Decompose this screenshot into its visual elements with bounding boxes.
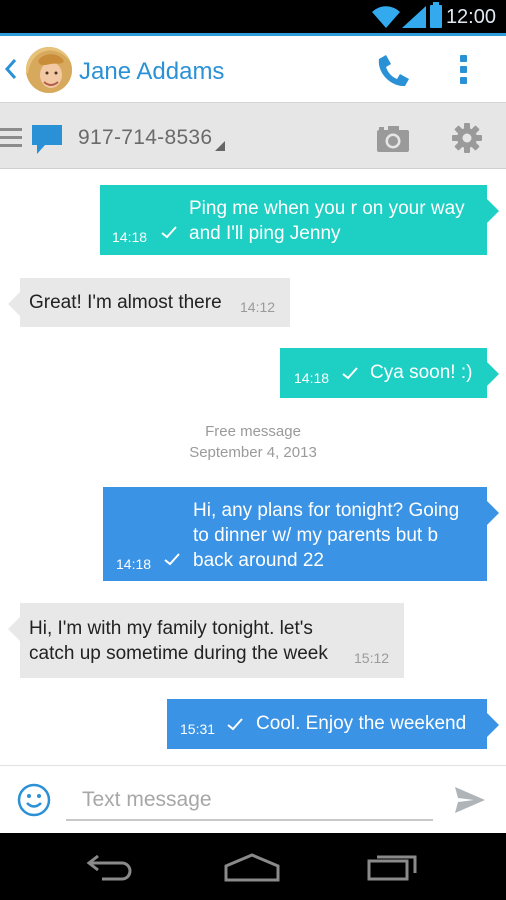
sent-check-icon	[164, 553, 180, 566]
nav-back-icon[interactable]	[86, 852, 136, 882]
system-nav-bar	[0, 833, 506, 900]
conversation-thread[interactable]: 14:18 Ping me when you r on your way and…	[0, 170, 506, 765]
camera-icon[interactable]	[376, 125, 410, 153]
message-bubble-outgoing[interactable]: 14:18 Cya soon! :)	[280, 348, 499, 398]
message-time: 14:18	[116, 556, 152, 572]
overflow-menu-icon[interactable]	[460, 55, 467, 88]
message-text: Hi, I'm with my family tonight. let's	[29, 618, 313, 639]
back-icon[interactable]	[4, 57, 18, 81]
phone-icon[interactable]	[373, 53, 411, 89]
message-time: 15:12	[354, 650, 390, 666]
wifi-icon	[372, 6, 400, 29]
message-bubble-outgoing[interactable]: 14:18 Ping me when you r on your way and…	[100, 185, 499, 255]
sent-check-icon	[227, 718, 243, 731]
message-text: Ping me when you r on your way	[189, 198, 465, 219]
recipient-number[interactable]: 917-714-8536	[78, 126, 212, 150]
message-bubble-outgoing[interactable]: 14:18 Hi, any plans for tonight? Going t…	[103, 487, 499, 581]
contact-name[interactable]: Jane Addams	[79, 58, 224, 86]
message-text: Cya soon! :)	[370, 362, 473, 383]
message-text: Great! I'm almost there	[29, 292, 222, 313]
message-bubble-incoming[interactable]: Great! I'm almost there 14:12	[8, 278, 290, 327]
status-time: 12:00	[445, 6, 496, 28]
message-bubble-outgoing[interactable]: 15:31 Cool. Enjoy the weekend	[167, 699, 499, 749]
sent-check-icon	[342, 367, 358, 380]
signal-icon	[402, 6, 426, 28]
gear-icon[interactable]	[452, 123, 482, 153]
conversation-header: Jane Addams	[0, 39, 506, 103]
date-separator: Free message September 4, 2013	[0, 421, 506, 463]
message-time: 14:18	[112, 229, 148, 245]
sms-icon	[32, 125, 62, 154]
battery-icon	[430, 2, 442, 28]
message-input[interactable]	[66, 781, 433, 821]
message-text: Cool. Enjoy the weekend	[256, 713, 467, 734]
message-text: catch up sometime during the week	[29, 643, 328, 664]
message-time: 14:12	[240, 299, 276, 315]
message-time: 15:31	[180, 721, 216, 737]
compose-bar	[0, 765, 506, 833]
avatar[interactable]	[26, 47, 72, 93]
message-text: back around 22	[193, 550, 324, 571]
dropdown-icon[interactable]	[215, 141, 225, 151]
menu-icon[interactable]	[0, 128, 22, 152]
nav-recent-apps-icon[interactable]	[367, 851, 419, 881]
separator-date: September 4, 2013	[189, 444, 317, 461]
status-bar: 12:00	[0, 0, 506, 36]
recipient-bar: 917-714-8536	[0, 103, 506, 169]
nav-home-icon[interactable]	[223, 853, 281, 883]
message-bubble-incoming[interactable]: Hi, I'm with my family tonight. let's ca…	[8, 603, 404, 678]
emoji-icon[interactable]	[17, 783, 51, 817]
message-text: Hi, any plans for tonight? Going	[193, 500, 460, 521]
free-message-label: Free message	[205, 423, 301, 440]
sent-check-icon	[161, 226, 177, 239]
message-text: and I'll ping Jenny	[189, 223, 341, 244]
send-icon[interactable]	[454, 786, 486, 814]
message-time: 14:18	[294, 370, 330, 386]
status-accent-line	[0, 33, 506, 36]
message-text: to dinner w/ my parents but b	[193, 525, 439, 546]
